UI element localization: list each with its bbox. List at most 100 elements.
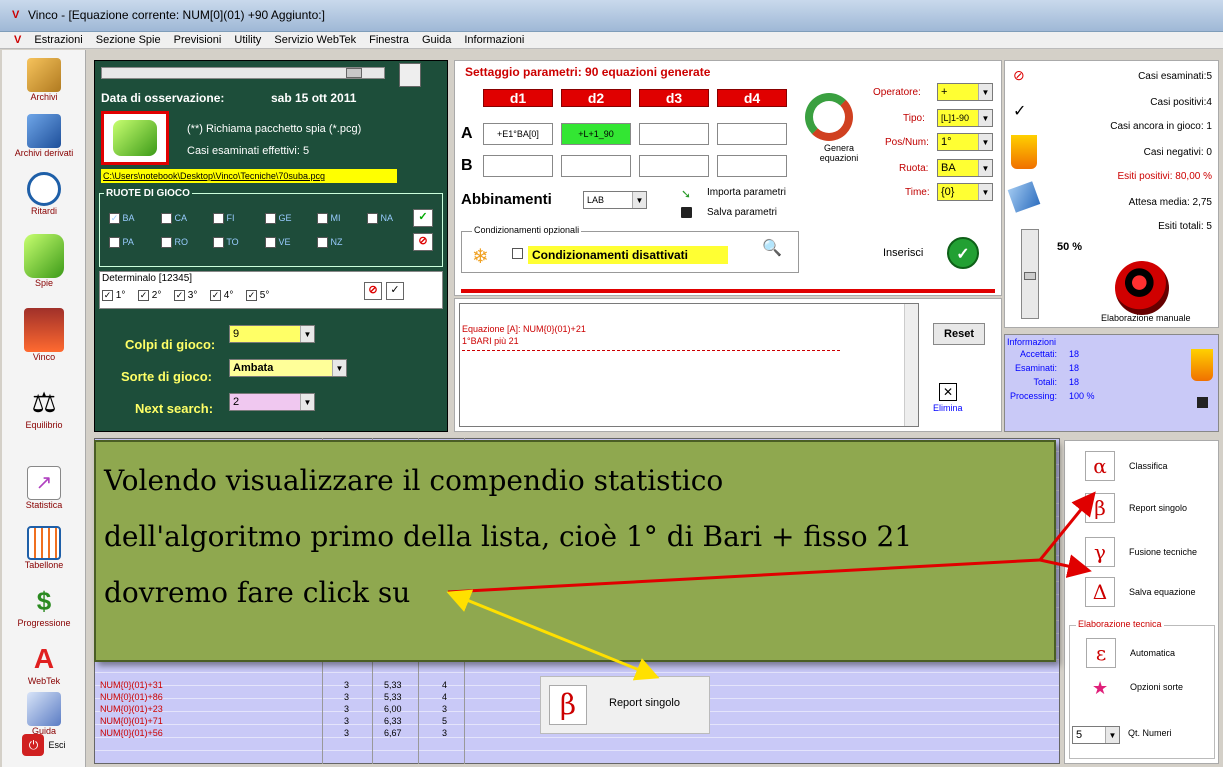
cell-a4[interactable] [717,123,787,145]
determinato-clear-button[interactable]: ⊘ [364,282,382,300]
sidebar-item-vinco[interactable]: Vinco [2,308,86,362]
info-value: 18 [1069,349,1080,359]
colpi-select[interactable]: 9 ▼ [229,325,315,343]
ruota-ro[interactable]: RO [161,237,188,249]
sidebar-item-tabellone[interactable]: Tabellone [2,526,86,570]
ruota-mi[interactable]: MI [317,213,341,225]
classifica-button[interactable]: α [1085,451,1115,481]
salva-equazione-button[interactable]: Δ [1085,577,1115,607]
deselect-ruote-button[interactable]: ⊘ [413,233,433,251]
tipo-select[interactable]: [L]1-90 ▼ [937,109,993,127]
sidebar-item-progressione[interactable]: $ Progressione [2,584,86,628]
ruota-nz[interactable]: NZ [317,237,343,249]
ruota-ca[interactable]: CA [161,213,187,225]
sidebar-item-statistica[interactable]: ↗ Statistica [2,466,86,510]
ruota-ge[interactable]: GE [265,213,292,225]
cond-checkbox[interactable] [512,248,523,259]
casi-esaminati: Casi esaminati:5 [1138,71,1212,82]
operatore-select[interactable]: + ▼ [937,83,993,101]
menu-guida[interactable]: Guida [422,32,451,49]
search-icon[interactable]: 🔍 [762,238,782,258]
sorte-select[interactable]: Ambata ▼ [229,359,347,377]
equation-textarea[interactable]: Equazione [A]: NUM{0}(01)+21 1°BARI più … [459,303,919,427]
automatica-label[interactable]: Automatica [1130,648,1175,658]
next-search-select[interactable]: 2 ▼ [229,393,315,411]
ruota-fi[interactable]: FI [213,213,235,225]
sidebar-item-spie[interactable]: Spie [2,234,86,288]
cell-a3[interactable] [639,123,709,145]
calendar-icon[interactable] [399,63,421,87]
time-select[interactable]: {0} ▼ [937,183,993,201]
sidebar-label: Spie [34,278,53,288]
elaborazione-button-icon[interactable] [1115,261,1169,315]
sidebar-item-webtek[interactable]: A WebTek [2,642,86,686]
inserisci-button[interactable]: ✓ [947,237,979,269]
determinato-4[interactable]: ✓ 4° [210,290,233,301]
info-panel: Informazioni Accettati: 18 Esaminati: 18… [1004,334,1219,432]
check-icon[interactable]: ✓ [1013,101,1026,121]
reset-button[interactable]: Reset [933,323,985,345]
cell-b1[interactable] [483,155,553,177]
posnum-select[interactable]: 1° ▼ [937,133,993,151]
star-icon[interactable]: ★ [1092,678,1108,699]
cell-a1[interactable]: +E1°BA[0] [483,123,553,145]
date-scrollbar[interactable] [101,67,385,79]
cell-a2[interactable]: +L+1_90 [561,123,631,145]
report-singolo-label[interactable]: Report singolo [1129,503,1187,513]
sidebar-item-ritardi[interactable]: Ritardi [2,172,86,216]
opzioni-sorte-label[interactable]: Opzioni sorte [1130,682,1183,692]
determinato-check-button[interactable]: ✓ [386,282,404,300]
books-icon[interactable] [1007,181,1041,213]
equation-scrollbar[interactable] [904,304,918,426]
abbinamenti-select[interactable]: LAB ▼ [583,191,647,209]
casi-negativi: Casi negativi: 0 [1143,147,1212,158]
menu-servizio-webtek[interactable]: Servizio WebTek [274,32,356,49]
stop-icon[interactable]: ⊘ [1013,67,1025,84]
genera-refresh-icon[interactable] [805,93,853,141]
ruota-to[interactable]: TO [213,237,239,249]
determinato-1[interactable]: ✓ 1° [102,290,125,301]
d2-header: d2 [561,89,631,107]
determinato-3[interactable]: ✓ 3° [174,290,197,301]
menu-estrazioni[interactable]: Estrazioni [34,32,82,49]
automatica-button[interactable]: ε [1086,638,1116,668]
salva-equazione-label[interactable]: Salva equazione [1129,587,1196,597]
sidebar-item-guida[interactable]: Guida [2,692,86,736]
sidebar-item-equilibrio[interactable]: ⚖ Equilibrio [2,386,86,430]
select-all-ruote-button[interactable]: ✓ [413,209,433,227]
importa-parametri-link[interactable]: Importa parametri [707,187,786,198]
fusione-tecniche-button[interactable]: γ [1085,537,1115,567]
pcg-load-button[interactable] [101,111,169,165]
bucket-icon[interactable] [1191,349,1213,381]
bucket-icon[interactable] [1011,135,1037,169]
determinato-2[interactable]: ✓ 2° [138,290,161,301]
fusione-tecniche-label[interactable]: Fusione tecniche [1129,547,1197,557]
classifica-label[interactable]: Classifica [1129,461,1168,471]
menu-sezione-spie[interactable]: Sezione Spie [96,32,161,49]
menu-informazioni[interactable]: Informazioni [464,32,524,49]
close-icon[interactable]: ✕ [939,383,957,401]
menu-previsioni[interactable]: Previsioni [174,32,222,49]
cell-b4[interactable] [717,155,787,177]
elaborazione-manuale[interactable]: Elaborazione manuale [1101,313,1191,323]
sidebar-item-archivi[interactable]: Archivi [2,58,86,102]
percent-slider[interactable] [1021,229,1039,319]
determinato-5[interactable]: ✓ 5° [246,290,269,301]
cell-b3[interactable] [639,155,709,177]
menu-utility[interactable]: Utility [234,32,261,49]
sidebar-item-archivi-derivati[interactable]: Archivi derivati [2,114,86,158]
qt-numeri-select[interactable]: 5 ▼ [1072,726,1120,744]
ruota-select[interactable]: BA ▼ [937,159,993,177]
ruota-pa[interactable]: PA [109,237,134,249]
ruota-na[interactable]: NA [367,213,393,225]
elimina-label[interactable]: Elimina [933,403,963,413]
genera-label[interactable]: Genera equazioni [809,143,869,163]
ruota-ve[interactable]: VE [265,237,291,249]
menu-finestra[interactable]: Finestra [369,32,409,49]
cell-b2[interactable] [561,155,631,177]
report-singolo-button[interactable]: β [1085,493,1115,523]
sidebar-item-esci[interactable]: ⏻ Esci [2,734,86,756]
save-disk-icon[interactable] [1197,397,1208,408]
salva-parametri-link[interactable]: Salva parametri [707,207,777,218]
ruota-ba[interactable]: ✓ BA [109,213,135,225]
